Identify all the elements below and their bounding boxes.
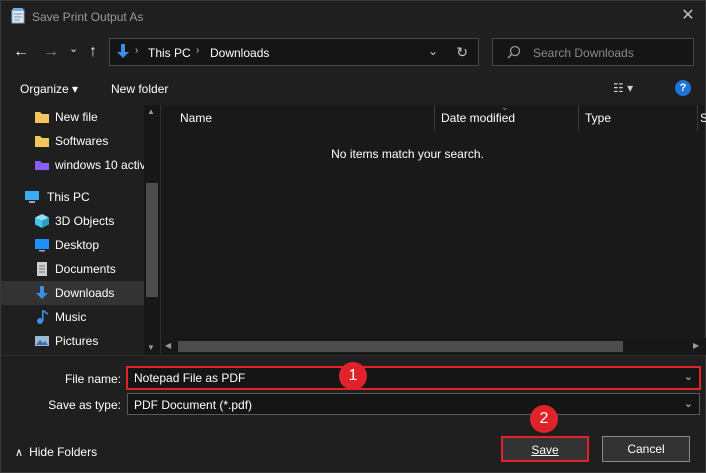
sidebar-item-label: Softwares [55, 134, 109, 148]
view-options-button[interactable]: ☷ ▾ [613, 81, 633, 95]
forward-button[interactable]: → [43, 44, 59, 60]
sidebar-item-desktop[interactable]: Desktop [1, 233, 144, 257]
file-name-dropdown-icon[interactable]: ⌄ [684, 370, 693, 383]
close-button[interactable]: ✕ [671, 1, 705, 32]
scrollbar-thumb[interactable] [146, 183, 158, 297]
organize-menu[interactable]: Organize ▾ [20, 82, 78, 96]
sidebar-item-pictures[interactable]: Pictures [1, 329, 144, 353]
save-as-type-dropdown-icon[interactable]: ⌄ [684, 397, 693, 410]
column-divider[interactable] [578, 105, 579, 131]
save-dialog: Save Print Output As ✕ ← → ⌄ ↑ › This PC… [0, 0, 706, 473]
column-header-type[interactable]: Type [585, 111, 611, 125]
sidebar-item-label: Pictures [55, 334, 99, 348]
desktop-icon [35, 239, 49, 252]
annotation-badge-1: 1 [339, 362, 367, 390]
sidebar-item-softwares[interactable]: Softwares [1, 129, 144, 153]
recent-locations-button[interactable]: ⌄ [69, 41, 78, 57]
folder-icon [35, 112, 49, 123]
save-as-type-label: Save as type: [48, 398, 121, 412]
search-placeholder: Search Downloads [533, 46, 634, 60]
sidebar-item-label: Documents [55, 262, 116, 276]
annotation-badge-2: 2 [530, 405, 558, 433]
pictures-icon [35, 336, 49, 346]
sidebar-item-this-pc[interactable]: This PC [1, 185, 144, 209]
save-as-type-select[interactable]: PDF Document (*.pdf) ⌄ [127, 393, 700, 415]
save-as-type-value: PDF Document (*.pdf) [134, 398, 253, 412]
navigation-pane: New file Softwares windows 10 activ This… [1, 105, 160, 355]
music-icon [37, 310, 48, 324]
sidebar-item-downloads[interactable]: Downloads [1, 281, 144, 305]
chevron-up-icon: ∧ [15, 447, 24, 459]
download-arrow-icon [117, 44, 129, 58]
new-folder-button[interactable]: New folder [111, 82, 168, 96]
up-button[interactable]: ↑ [89, 44, 97, 60]
file-name-label: File name: [64, 372, 121, 386]
download-icon [36, 286, 48, 299]
cube-icon [35, 214, 49, 228]
file-list-scrollbar[interactable]: ◀ ▶ [161, 338, 706, 355]
sidebar-item-3d-objects[interactable]: 3D Objects [1, 209, 144, 233]
hide-folders-button[interactable]: ∧ Hide Folders [15, 445, 97, 459]
window-title: Save Print Output As [32, 10, 144, 24]
address-dropdown-button[interactable]: ⌄ [428, 44, 438, 58]
save-button-label: Save [531, 443, 559, 457]
column-headers: Name Date modified ⌄ Type S [161, 102, 706, 131]
sidebar-item-label: Downloads [55, 286, 115, 300]
back-button[interactable]: ← [13, 44, 29, 60]
navigation-bar: ← → ⌄ ↑ › This PC › Downloads ⌄ ↻ Search… [1, 32, 705, 72]
notepad-icon [11, 8, 25, 24]
command-toolbar: Organize ▾ New folder ☷ ▾ ? [1, 72, 705, 105]
cancel-button-label: Cancel [627, 442, 665, 456]
sidebar-item-label: New file [55, 110, 98, 124]
breadcrumb-separator: › [135, 45, 139, 56]
scroll-left-arrow[interactable]: ◀ [165, 341, 171, 350]
folder-icon [35, 136, 49, 147]
column-divider[interactable] [434, 105, 435, 131]
search-icon [507, 45, 521, 59]
breadcrumb-separator: › [196, 45, 200, 56]
sidebar-item-windows-10-activ[interactable]: windows 10 activ [1, 153, 146, 177]
scrollbar-thumb[interactable] [178, 341, 623, 352]
sidebar-item-new-file[interactable]: New file [1, 105, 144, 129]
computer-icon [25, 191, 39, 203]
sidebar-item-music[interactable]: Music [1, 305, 144, 329]
document-icon [37, 262, 47, 276]
hide-folders-label: Hide Folders [29, 445, 98, 459]
file-name-value: Notepad File as PDF [134, 371, 246, 385]
scroll-down-arrow[interactable]: ▼ [147, 343, 155, 352]
help-button[interactable]: ? [675, 80, 691, 96]
column-divider[interactable] [697, 105, 698, 131]
refresh-button[interactable]: ↻ [456, 44, 468, 61]
sidebar-item-label: windows 10 activ [55, 158, 146, 172]
column-header-size[interactable]: S [700, 111, 706, 125]
sort-indicator-icon: ⌄ [501, 102, 509, 112]
navigation-pane-scrollbar[interactable]: ▲ ▼ [144, 105, 160, 355]
sidebar-item-label: This PC [47, 190, 90, 204]
scroll-right-arrow[interactable]: ▶ [693, 341, 699, 350]
file-list: Name Date modified ⌄ Type S No items mat… [160, 102, 706, 355]
search-input[interactable]: Search Downloads [492, 38, 694, 66]
sidebar-item-label: Music [55, 310, 87, 324]
address-bar[interactable]: › This PC › Downloads ⌄ ↻ [109, 38, 479, 66]
scroll-up-arrow[interactable]: ▲ [147, 107, 155, 116]
breadcrumb-this-pc[interactable]: This PC [148, 46, 191, 60]
folder-purple-icon [35, 161, 49, 170]
sidebar-item-label: 3D Objects [55, 214, 115, 228]
breadcrumb-downloads[interactable]: Downloads [210, 46, 269, 60]
column-header-date-modified[interactable]: Date modified [441, 111, 515, 125]
file-name-field[interactable]: Notepad File as PDF ⌄ [126, 366, 701, 390]
cancel-button[interactable]: Cancel [602, 436, 690, 462]
save-button[interactable]: Save [501, 436, 589, 462]
column-header-name[interactable]: Name [180, 111, 212, 125]
title-bar: Save Print Output As ✕ [1, 1, 705, 32]
sidebar-item-documents[interactable]: Documents [1, 257, 144, 281]
empty-message: No items match your search. [331, 147, 484, 161]
sidebar-item-label: Desktop [55, 238, 100, 252]
